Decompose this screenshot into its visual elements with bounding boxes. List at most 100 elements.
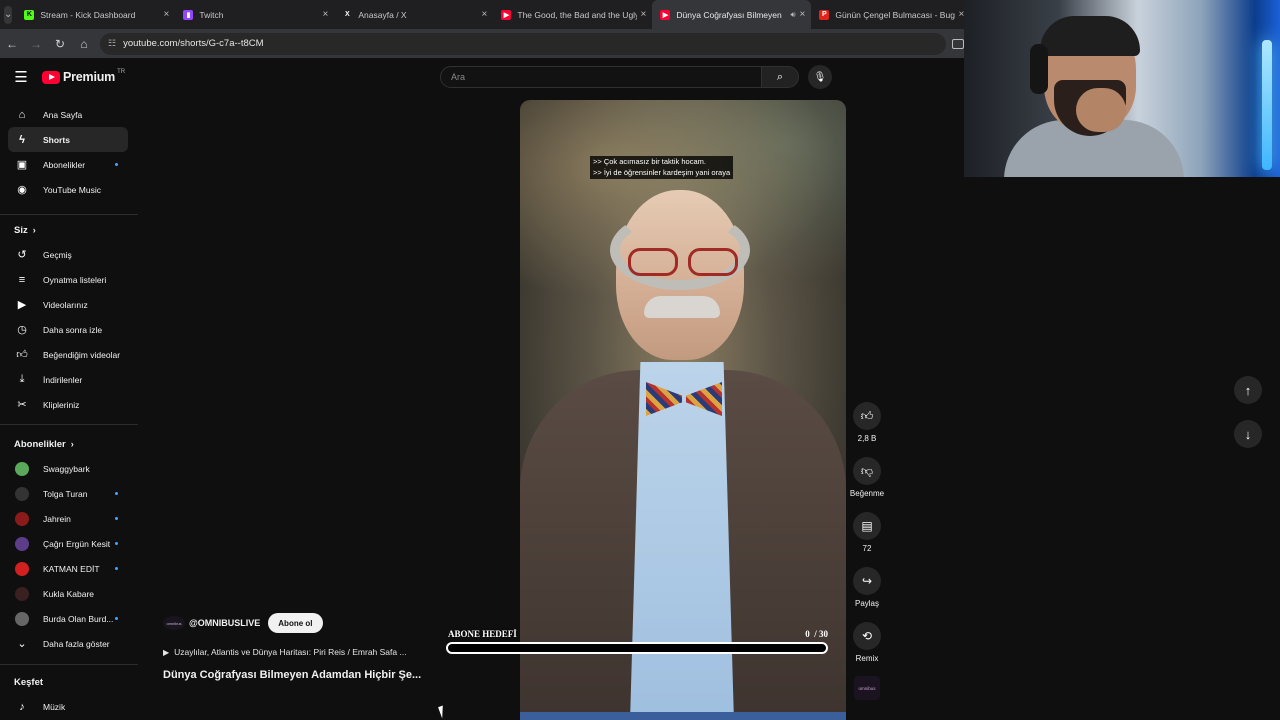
- sidebar-item-ana-sayfa[interactable]: ⌂ Ana Sayfa: [0, 102, 138, 127]
- browser-toolbar: ← → ↻ ⌂ ☷ youtube.com/shorts/G-c7a--t8CM: [0, 29, 964, 58]
- sidebar-item-shorts[interactable]: ϟ Shorts: [8, 127, 128, 152]
- microphone-icon: 🎙: [813, 71, 827, 83]
- sidebar-item-videolar-n-z[interactable]: ▶ Videolarınız: [0, 292, 138, 317]
- sidebar-item-label: Swaggybark: [43, 463, 90, 474]
- channel-avatar[interactable]: omnibus: [163, 616, 185, 630]
- you-section: Siz › ↺ Geçmiş ≡ Oynatma listeleri ▶ Videolar…: [0, 218, 138, 417]
- sidebar-item-gecmis[interactable]: ↺ Geçmiş: [0, 242, 138, 267]
- related-video-link[interactable]: ▶ Uzaylılar, Atlantis ve Dünya Haritası:…: [163, 647, 443, 657]
- masthead-left: ☰ Premium TR: [0, 58, 125, 96]
- sidebar-item-burda-olan-burd[interactable]: Burda Olan Burd...: [0, 606, 138, 631]
- sidebar-item-abonelikler[interactable]: ▣ Abonelikler: [0, 152, 138, 177]
- next-short-button[interactable]: ↓: [1234, 420, 1262, 448]
- liked-videos-icon: 👍︎: [16, 349, 28, 361]
- subscribe-button[interactable]: Abone ol: [268, 613, 323, 633]
- browser-tab[interactable]: ▮ Twitch ×: [175, 0, 334, 29]
- cast-icon[interactable]: [952, 38, 964, 49]
- channel-thumbnail[interactable]: omnibus: [854, 676, 880, 700]
- kick-icon: K: [24, 9, 35, 20]
- youtube-icon: ▶: [501, 9, 512, 20]
- sidebar-item-youtube-music[interactable]: ◉ YouTube Music: [0, 177, 138, 202]
- bowtie-wing: [686, 382, 722, 416]
- close-tab-icon[interactable]: ×: [164, 9, 170, 20]
- guide-menu-button[interactable]: ☰: [0, 58, 42, 96]
- browser-tab[interactable]: ▶ The Good, the Bad and the Ugly ×: [493, 0, 652, 29]
- search-button[interactable]: ⌕: [761, 66, 799, 88]
- channel-avatar: [15, 536, 29, 551]
- you-header-label: Siz: [14, 224, 28, 236]
- sidebar-item-daha-sonra-izle[interactable]: ◷ Daha sonra izle: [0, 317, 138, 342]
- comments-button[interactable]: ▤ 72: [848, 512, 886, 553]
- new-content-dot: [115, 617, 118, 620]
- sidebar-item-label: Çağrı Ergün Kesit: [43, 538, 111, 549]
- webcam-overlay: [964, 0, 1280, 177]
- remix-button[interactable]: ⟲ Remix: [848, 622, 886, 663]
- tab-title: Günün Çengel Bulmacası - Bug: [835, 9, 955, 20]
- sidebar-item-label: Abonelikler: [43, 159, 86, 170]
- close-tab-icon[interactable]: ×: [800, 9, 806, 20]
- forward-button[interactable]: →: [24, 32, 48, 56]
- like-button[interactable]: 👍︎ 2,8 B: [848, 402, 886, 443]
- site-info-icon[interactable]: ☷: [108, 38, 116, 49]
- thumbs-down-icon: 👎︎: [853, 457, 881, 485]
- tab-title: The Good, the Bad and the Ugly: [517, 9, 637, 20]
- your-videos-icon: ▶: [17, 299, 27, 311]
- search-input[interactable]: Ara: [440, 66, 762, 88]
- browser-tab[interactable]: P Günün Çengel Bulmacası - Bug ×: [811, 0, 970, 29]
- channel-avatar: [15, 611, 29, 626]
- browser-tab[interactable]: K Stream - Kick Dashboard ×: [16, 0, 175, 29]
- video-subtitle: >> Çok acımasız bir taktik hocam. >> İyi…: [590, 156, 734, 179]
- short-title[interactable]: Dünya Coğrafyası Bilmeyen Adamdan Hiçbir…: [163, 669, 431, 681]
- sidebar-item-katman-edit[interactable]: KATMAN EDİT: [0, 556, 138, 581]
- share-icon: ↪: [853, 567, 881, 595]
- sidebar-item-label: Videolarınız: [43, 299, 88, 310]
- youtube-premium-logo[interactable]: Premium TR: [42, 69, 125, 84]
- home-button[interactable]: ⌂: [72, 32, 96, 56]
- share-button[interactable]: ↪ Paylaş: [848, 567, 886, 608]
- sidebar-item-begendigim-videolar[interactable]: 👍︎ Beğendiğim videolar: [0, 342, 138, 367]
- goal-label: ABONE HEDEFİ: [448, 629, 517, 639]
- voice-search-button[interactable]: 🎙: [808, 65, 832, 89]
- sidebar-item-swaggybark[interactable]: Swaggybark: [0, 456, 138, 481]
- dislike-button[interactable]: 👎︎ Beğenme: [848, 457, 886, 498]
- show-more-button[interactable]: ⌄ Daha fazla göster: [0, 631, 138, 656]
- close-tab-icon[interactable]: ×: [323, 9, 329, 20]
- close-tab-icon[interactable]: ×: [641, 9, 647, 20]
- reload-button[interactable]: ↻: [48, 32, 72, 56]
- sidebar-item-oynatma-listeleri[interactable]: ≡ Oynatma listeleri: [0, 267, 138, 292]
- address-bar[interactable]: ☷ youtube.com/shorts/G-c7a--t8CM: [100, 32, 946, 55]
- sidebar-item-indirilenler[interactable]: ⤓ İndirilenler: [0, 367, 138, 392]
- subscriptions-header[interactable]: Abonelikler ›: [0, 432, 138, 456]
- sidebar-item-label: Shorts: [43, 134, 70, 145]
- sidebar-item-jahrein[interactable]: Jahrein: [0, 506, 138, 531]
- sidebar-item-klipleriniz[interactable]: ✂ Klipleriniz: [0, 392, 138, 417]
- tab-title: Twitch: [199, 9, 224, 20]
- chevron-down-icon: ⌄: [17, 638, 27, 650]
- sidebar-item-music[interactable]: ♪ Müzik: [0, 694, 138, 719]
- channel-handle[interactable]: @OMNIBUSLIVE: [189, 618, 260, 628]
- tab-search-button[interactable]: ⌄: [4, 5, 13, 24]
- browser-tab[interactable]: X Anasayfa / X ×: [334, 0, 493, 29]
- dislike-label: Beğenme: [849, 489, 885, 498]
- sidebar-item-tolga-turan[interactable]: Tolga Turan: [0, 481, 138, 506]
- speaker-icon[interactable]: 🔊︎: [791, 10, 796, 20]
- new-content-dot: [115, 567, 118, 570]
- channel-avatar: [15, 561, 29, 576]
- sidebar-item-kukla-kabare[interactable]: Kukla Kabare: [0, 581, 138, 606]
- close-tab-icon[interactable]: ×: [482, 9, 488, 20]
- subscriptions-section: Abonelikler › Swaggybark Tolga Turan Jahre…: [0, 432, 138, 656]
- video-seek-bar[interactable]: [520, 712, 846, 720]
- subscribe-label: Abone ol: [278, 618, 313, 628]
- show-more-label: Daha fazla göster: [43, 638, 110, 649]
- sidebar-item-cagr-ergun-kesit[interactable]: Çağrı Ergün Kesit: [0, 531, 138, 556]
- hamburger-icon: ☰: [14, 69, 28, 86]
- subscriptions-icon: ▣: [16, 159, 28, 171]
- chevron-right-icon: ›: [70, 439, 74, 449]
- video-mustache: [644, 296, 720, 318]
- channel-avatar: [15, 586, 29, 601]
- previous-short-button[interactable]: ↑: [1234, 376, 1262, 404]
- browser-tab[interactable]: ▶ Dünya Coğrafyası Bilmeyen 🔊︎ ×: [652, 0, 812, 29]
- back-button[interactable]: ←: [0, 32, 24, 56]
- tabs-container: K Stream - Kick Dashboard × ▮ Twitch × X Anasay…: [16, 0, 970, 29]
- you-header[interactable]: Siz ›: [0, 218, 138, 242]
